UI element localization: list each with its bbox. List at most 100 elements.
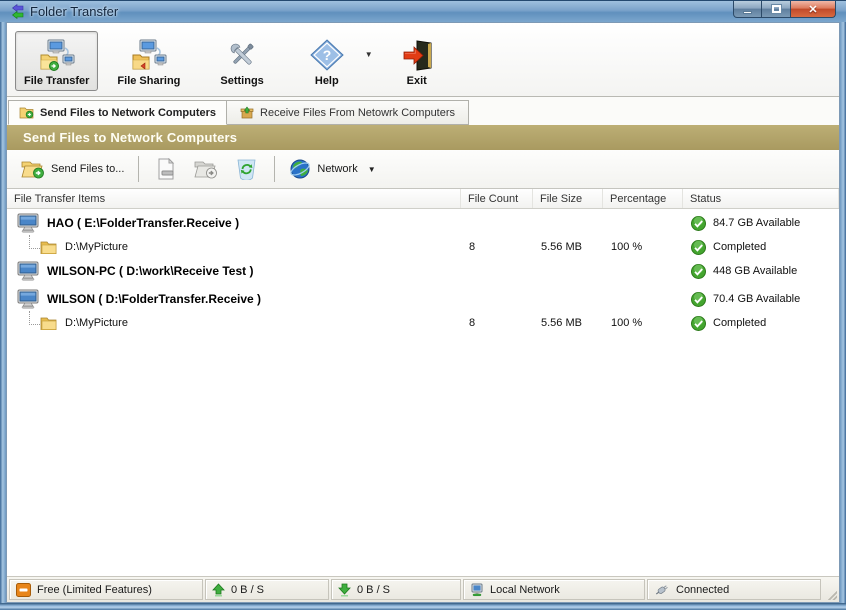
tree-connector (29, 311, 40, 325)
send-folder-icon (19, 107, 34, 119)
check-icon (691, 239, 706, 255)
file-transfer-list: HAO ( E:\FolderTransfer.Receive ) 84.7 G… (7, 209, 839, 576)
exit-button[interactable]: Exit (391, 31, 443, 91)
connection-status-segment: Connected (647, 579, 821, 600)
send-files-to-label: Send Files to... (51, 163, 125, 175)
status-text: 84.7 GB Available (713, 217, 801, 229)
close-icon: ✕ (808, 3, 818, 16)
table-row-computer-wilson[interactable]: WILSON ( D:\FolderTransfer.Receive ) 70.… (7, 287, 839, 311)
check-icon (691, 263, 706, 279)
status-text: 448 GB Available (713, 265, 798, 277)
tab-bar: Send Files to Network Computers Receive … (7, 97, 839, 125)
minimize-button[interactable] (733, 1, 762, 18)
window-content: File Transfer File Sharing Settings ? He… (6, 22, 840, 603)
status-text: Completed (713, 241, 767, 253)
remove-item-button[interactable] (147, 154, 185, 184)
upload-arrow-icon (212, 582, 225, 596)
network-globe-icon (290, 159, 311, 179)
computer-icon (17, 213, 39, 233)
percentage-cell: 100 % (611, 241, 643, 253)
section-header: Send Files to Network Computers (7, 125, 839, 150)
tree-connector (29, 235, 40, 249)
maximize-icon (770, 4, 782, 14)
column-header-file-count[interactable]: File Count (461, 189, 533, 208)
main-toolbar: File Transfer File Sharing Settings ? He… (7, 23, 839, 97)
sub-toolbar: Send Files to... Network ▼ (7, 150, 839, 189)
upload-speed-segment: 0 B / S (205, 579, 329, 600)
titlebar[interactable]: Folder Transfer ✕ (0, 0, 846, 22)
file-size-cell: 5.56 MB (541, 241, 582, 253)
file-size-cell: 5.56 MB (541, 317, 582, 329)
folder-arrow-icon (194, 161, 218, 179)
send-files-to-button[interactable]: Send Files to... (15, 155, 130, 183)
refresh-icon (237, 159, 256, 180)
connection-status-text: Connected (676, 583, 730, 596)
tab-send-files[interactable]: Send Files to Network Computers (8, 100, 228, 125)
resize-grip-dots (828, 591, 837, 600)
computer-name: WILSON ( D:\FolderTransfer.Receive ) (47, 292, 262, 306)
tab-receive-label: Receive Files From Netowrk Computers (260, 106, 456, 119)
computer-icon (17, 289, 39, 309)
file-sharing-icon (132, 39, 167, 70)
network-caret-icon: ▼ (367, 164, 376, 174)
table-row-folder[interactable]: D:\MyPicture 8 5.56 MB 100 % Completed (7, 235, 839, 259)
table-row-folder[interactable]: D:\MyPicture 8 5.56 MB 100 % Completed (7, 311, 839, 335)
computer-name: WILSON-PC ( D:\work\Receive Test ) (47, 264, 254, 278)
file-count-cell: 8 (469, 241, 476, 253)
table-row-computer-hao[interactable]: HAO ( E:\FolderTransfer.Receive ) 84.7 G… (7, 211, 839, 235)
window-border-bottom (0, 603, 846, 610)
percentage-cell: 100 % (611, 317, 643, 329)
folder-icon (40, 241, 57, 254)
status-bar: Free (Limited Features) 0 B / S 0 B / S (7, 576, 839, 602)
upload-speed-text: 0 B / S (231, 583, 265, 596)
help-dropdown-caret-icon[interactable]: ▼ (365, 50, 373, 59)
license-text: Free (Limited Features) (37, 583, 152, 596)
section-header-title: Send Files to Network Computers (23, 130, 238, 145)
network-label: Network (317, 163, 358, 175)
check-icon (691, 215, 706, 231)
file-sharing-label: File Sharing (117, 74, 181, 87)
download-speed-segment: 0 B / S (331, 579, 461, 600)
tab-receive-files[interactable]: Receive Files From Netowrk Computers (227, 100, 470, 125)
file-sharing-button[interactable]: File Sharing (108, 31, 189, 91)
folder-path: D:\MyPicture (65, 317, 128, 329)
settings-tools-icon (230, 43, 254, 65)
list-header: File Transfer Items File Count File Size… (7, 189, 839, 209)
download-arrow-icon (338, 583, 351, 596)
toolbar-separator (274, 156, 276, 182)
column-header-status[interactable]: Status (683, 189, 839, 208)
svg-text:?: ? (323, 47, 332, 63)
help-label: Help (314, 74, 339, 87)
file-transfer-button[interactable]: File Transfer (15, 30, 99, 91)
column-header-items[interactable]: File Transfer Items (7, 189, 461, 208)
check-icon (691, 291, 706, 307)
window-title: Folder Transfer (30, 4, 119, 19)
help-button[interactable]: ? Help (301, 31, 353, 91)
file-count-cell: 8 (469, 317, 476, 329)
download-speed-text: 0 B / S (357, 583, 391, 596)
settings-button[interactable]: Settings (211, 31, 272, 91)
settings-label: Settings (220, 74, 264, 87)
app-window: Folder Transfer ✕ File Transfer File Sha… (0, 0, 846, 610)
network-type-text: Local Network (490, 583, 560, 596)
folder-path: D:\MyPicture (65, 241, 128, 253)
column-header-file-size[interactable]: File Size (533, 189, 603, 208)
document-minus-icon (158, 158, 175, 180)
license-status-segment: Free (Limited Features) (9, 579, 203, 600)
maximize-button[interactable] (762, 1, 790, 18)
network-dropdown-button[interactable]: Network ▼ (283, 154, 381, 184)
column-header-percentage[interactable]: Percentage (603, 189, 683, 208)
window-controls: ✕ (733, 1, 836, 18)
resize-grip[interactable] (823, 579, 837, 600)
receive-box-icon (240, 106, 254, 119)
send-files-folder-icon (21, 161, 44, 179)
status-text: Completed (713, 317, 767, 329)
close-button[interactable]: ✕ (790, 1, 836, 18)
local-network-icon (471, 583, 483, 596)
toolbar-separator (138, 156, 140, 182)
plug-connected-icon (655, 584, 668, 595)
open-folder-button[interactable] (185, 155, 227, 183)
refresh-button[interactable] (227, 154, 266, 184)
table-row-computer-wilson-pc[interactable]: WILSON-PC ( D:\work\Receive Test ) 448 G… (7, 259, 839, 283)
window-border-right (840, 22, 846, 610)
